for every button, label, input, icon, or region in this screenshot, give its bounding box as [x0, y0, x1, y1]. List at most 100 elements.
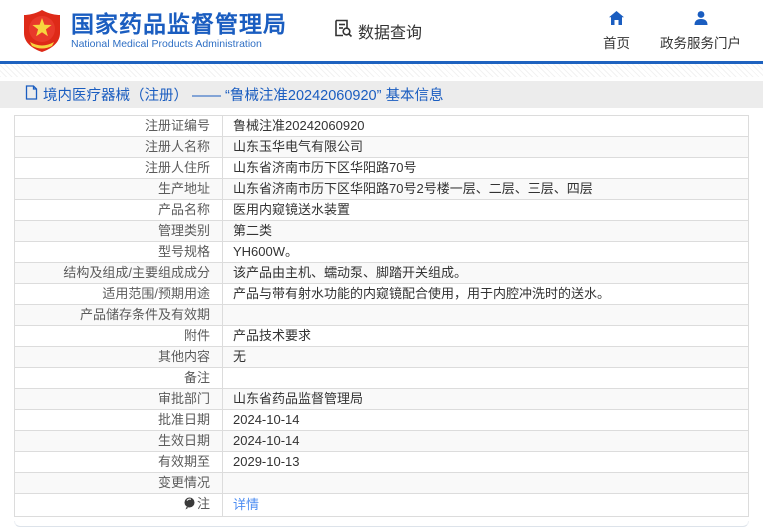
row-value: 2029-10-13: [222, 451, 749, 473]
row-label: 注: [14, 493, 223, 517]
table-row: 注 详情: [14, 493, 749, 517]
row-value: 2024-10-14: [222, 409, 749, 431]
row-label: 备注: [14, 367, 223, 389]
row-label: 其他内容: [14, 346, 223, 368]
row-label: 注册证编号: [14, 115, 223, 137]
row-value: 山东省济南市历下区华阳路70号: [222, 157, 749, 179]
table-row: 注册证编号 鲁械注准20242060920: [14, 115, 749, 137]
row-value-text: 山东省济南市历下区华阳路70号2号楼一层、二层、三层、四层: [233, 181, 593, 196]
row-label-text: 注册人住所: [144, 160, 210, 175]
table-row: 产品名称 医用内窥镜送水装置: [14, 199, 749, 221]
row-value: [222, 472, 749, 494]
row-label-text: 管理类别: [157, 223, 210, 238]
row-label: 注册人住所: [14, 157, 223, 179]
row-value-text: 产品技术要求: [233, 328, 312, 343]
row-label-text: 备注: [183, 370, 210, 385]
row-value: [222, 367, 749, 389]
row-label-text: 审批部门: [157, 391, 210, 406]
data-query-button[interactable]: 数据查询: [333, 18, 422, 43]
row-value: [222, 304, 749, 326]
row-label: 生产地址: [14, 178, 223, 200]
row-value-text: 山东省济南市历下区华阳路70号: [233, 160, 417, 175]
table-row: 备注: [14, 367, 749, 389]
row-label: 审批部门: [14, 388, 223, 410]
row-label: 批准日期: [14, 409, 223, 431]
header-nav: 首页 政务服务门户: [603, 10, 741, 52]
panel-bottom-edge: [14, 521, 749, 527]
row-label-text: 附件: [183, 328, 210, 343]
row-label-text: 适用范围/预期用途: [102, 286, 210, 301]
breadcrumb-text: 境内医疗器械（注册） —— “鲁械注准20242060920” 基本信息: [43, 88, 444, 104]
table-row: 审批部门 山东省药品监督管理局: [14, 388, 749, 410]
row-label: 附件: [14, 325, 223, 347]
home-icon: [608, 10, 625, 29]
nav-gov-portal-label: 政务服务门户: [660, 35, 741, 51]
row-value: 山东省药品监督管理局: [222, 388, 749, 410]
table-row: 管理类别 第二类: [14, 220, 749, 242]
row-label-text: 批准日期: [157, 412, 210, 427]
row-label-text: 注册证编号: [144, 118, 210, 133]
row-label-text: 产品名称: [157, 202, 210, 217]
row-label-text: 变更情况: [157, 475, 210, 490]
row-value: 2024-10-14: [222, 430, 749, 452]
table-row: 有效期至 2029-10-13: [14, 451, 749, 473]
row-value-text: 无: [233, 349, 247, 364]
site-header: 国家药品监督管理局 National Medical Products Admi…: [0, 0, 763, 64]
row-label: 注册人名称: [14, 136, 223, 158]
row-value: 该产品由主机、蠕动泵、脚踏开关组成。: [222, 262, 749, 284]
document-icon: [25, 85, 38, 104]
person-icon: [693, 10, 709, 29]
row-label-text: 有效期至: [157, 454, 210, 469]
hatch-strip: [0, 64, 763, 77]
table-row: 注册人住所 山东省济南市历下区华阳路70号: [14, 157, 749, 179]
row-label: 变更情况: [14, 472, 223, 494]
nav-item-home[interactable]: 首页: [603, 10, 630, 52]
row-value-text: 医用内窥镜送水装置: [233, 202, 351, 217]
row-label: 结构及组成/主要组成成分: [14, 262, 223, 284]
row-value: 山东省济南市历下区华阳路70号2号楼一层、二层、三层、四层: [222, 178, 749, 200]
row-label: 产品储存条件及有效期: [14, 304, 223, 326]
row-label: 型号规格: [14, 241, 223, 263]
row-label: 适用范围/预期用途: [14, 283, 223, 305]
detail-link[interactable]: 详情: [233, 497, 259, 512]
row-value: 山东玉华电气有限公司: [222, 136, 749, 158]
row-value: 产品与带有射水功能的内窥镜配合使用，用于内腔冲洗时的送水。: [222, 283, 749, 305]
breadcrumb: 境内医疗器械（注册） —— “鲁械注准20242060920” 基本信息: [0, 81, 763, 108]
row-label-text: 其他内容: [157, 349, 210, 364]
row-value: 第二类: [222, 220, 749, 242]
row-label-text: 生效日期: [157, 433, 210, 448]
row-label-text: 型号规格: [157, 244, 210, 259]
row-value: YH600W。: [222, 241, 749, 263]
row-value-text: 第二类: [233, 223, 273, 238]
table-row: 附件 产品技术要求: [14, 325, 749, 347]
row-label: 产品名称: [14, 199, 223, 221]
row-value: 产品技术要求: [222, 325, 749, 347]
row-value-text: 2024-10-14: [233, 412, 300, 427]
row-label: 生效日期: [14, 430, 223, 452]
row-label-text: 产品储存条件及有效期: [79, 307, 210, 322]
table-row: 其他内容 无: [14, 346, 749, 368]
row-label-text: 注: [196, 496, 210, 511]
table-row: 结构及组成/主要组成成分 该产品由主机、蠕动泵、脚踏开关组成。: [14, 262, 749, 284]
nav-item-gov-portal[interactable]: 政务服务门户: [660, 10, 741, 52]
row-label-text: 注册人名称: [144, 139, 210, 154]
document-search-icon: [333, 18, 353, 43]
row-value-text: 2029-10-13: [233, 454, 300, 469]
table-row: 适用范围/预期用途 产品与带有射水功能的内窥镜配合使用，用于内腔冲洗时的送水。: [14, 283, 749, 305]
table-row: 生效日期 2024-10-14: [14, 430, 749, 452]
row-label-text: 结构及组成/主要组成成分: [63, 265, 210, 280]
row-value: 详情: [222, 493, 749, 517]
table-row: 产品储存条件及有效期: [14, 304, 749, 326]
row-label: 管理类别: [14, 220, 223, 242]
note-icon: [184, 497, 195, 514]
table-row: 生产地址 山东省济南市历下区华阳路70号2号楼一层、二层、三层、四层: [14, 178, 749, 200]
site-subtitle: National Medical Products Administration: [71, 37, 262, 50]
row-value-text: 产品与带有射水功能的内窥镜配合使用，用于内腔冲洗时的送水。: [233, 286, 611, 301]
row-value: 无: [222, 346, 749, 368]
logo-link[interactable]: 国家药品监督管理局 National Medical Products Admi…: [22, 9, 287, 53]
table-row: 型号规格 YH600W。: [14, 241, 749, 263]
row-label-text: 生产地址: [157, 181, 210, 196]
row-value: 医用内窥镜送水装置: [222, 199, 749, 221]
row-value-text: 山东玉华电气有限公司: [233, 139, 364, 154]
data-query-label: 数据查询: [358, 24, 423, 42]
